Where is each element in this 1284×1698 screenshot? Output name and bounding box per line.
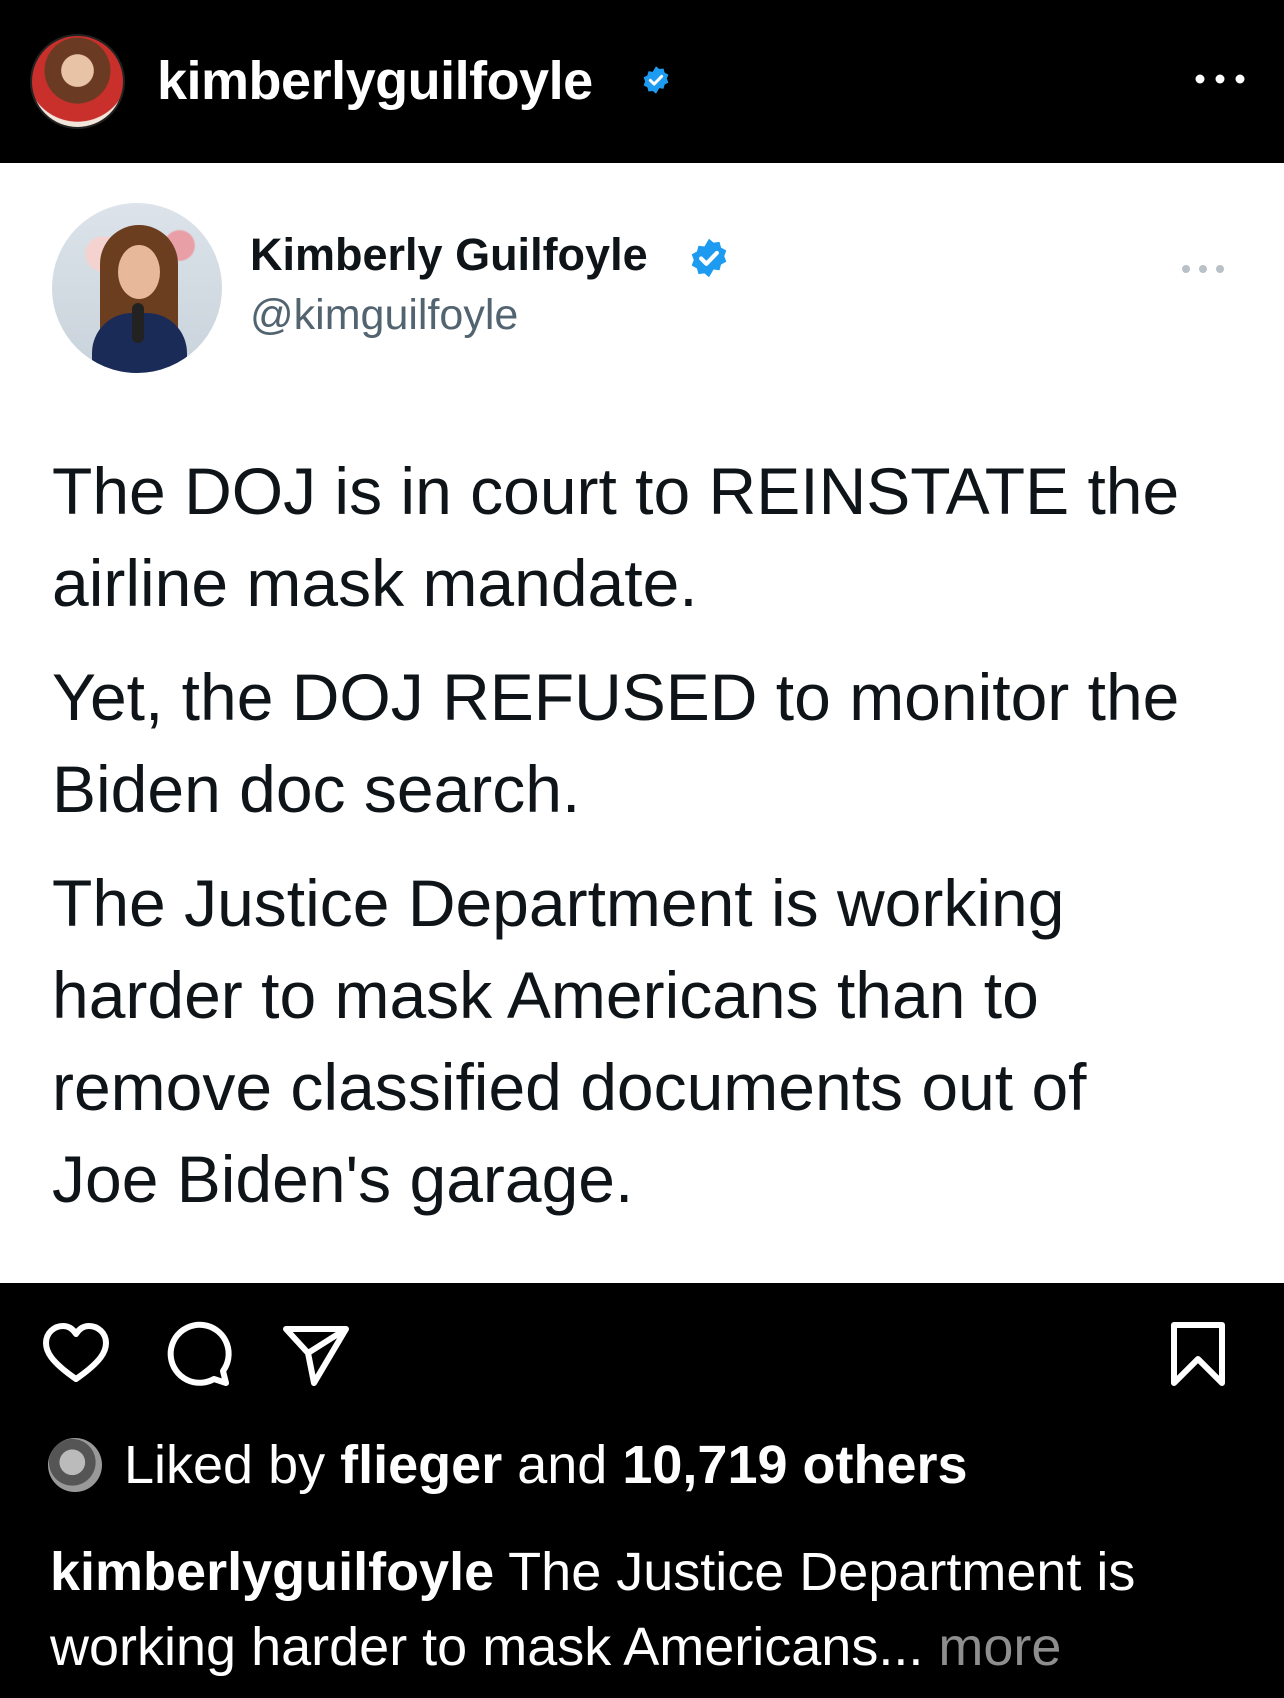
- share-icon[interactable]: [280, 1319, 352, 1391]
- tweet-paragraph: The DOJ is in court to REINSTATE the air…: [52, 454, 1180, 620]
- post-header: kimberlyguilfoyle: [0, 0, 1284, 163]
- verified-icon: [691, 238, 727, 278]
- post-username[interactable]: kimberlyguilfoyle: [157, 50, 593, 112]
- tweet-paragraph: The Justice Department is working harder…: [52, 866, 1087, 1216]
- verified-icon: [643, 66, 669, 94]
- profile-avatar[interactable]: [30, 34, 125, 129]
- bookmark-icon[interactable]: [1162, 1319, 1234, 1391]
- liker-avatar: [48, 1438, 102, 1492]
- tweet-text: The DOJ is in court to REINSTATE the air…: [52, 445, 1252, 1247]
- tweet-card: Kimberly Guilfoyle @kimguilfoyle The DOJ…: [0, 163, 1284, 1283]
- tweet-paragraph: Yet, the DOJ REFUSED to monitor the Bide…: [52, 660, 1180, 826]
- likes-summary[interactable]: Liked by flieger and 10,719 others: [48, 1430, 968, 1500]
- comment-icon[interactable]: [162, 1319, 234, 1391]
- action-bar: [0, 1283, 1284, 1393]
- heart-icon[interactable]: [40, 1319, 112, 1391]
- tweet-avatar: [52, 203, 222, 373]
- caption-username[interactable]: kimberlyguilfoyle: [50, 1542, 494, 1602]
- likes-prefix: Liked by: [124, 1435, 326, 1495]
- tweet-display-name: Kimberly Guilfoyle: [250, 229, 648, 280]
- tweet-more-icon: [1182, 265, 1224, 273]
- caption-more-link[interactable]: more: [938, 1617, 1061, 1677]
- likes-count[interactable]: 10,719 others: [622, 1435, 967, 1495]
- likes-conjunction: and: [517, 1435, 608, 1495]
- post-caption: kimberlyguilfoyle The Justice Department…: [50, 1535, 1250, 1685]
- first-liker[interactable]: flieger: [340, 1435, 502, 1495]
- more-options-icon[interactable]: [1190, 64, 1250, 94]
- tweet-handle: @kimguilfoyle: [250, 291, 519, 339]
